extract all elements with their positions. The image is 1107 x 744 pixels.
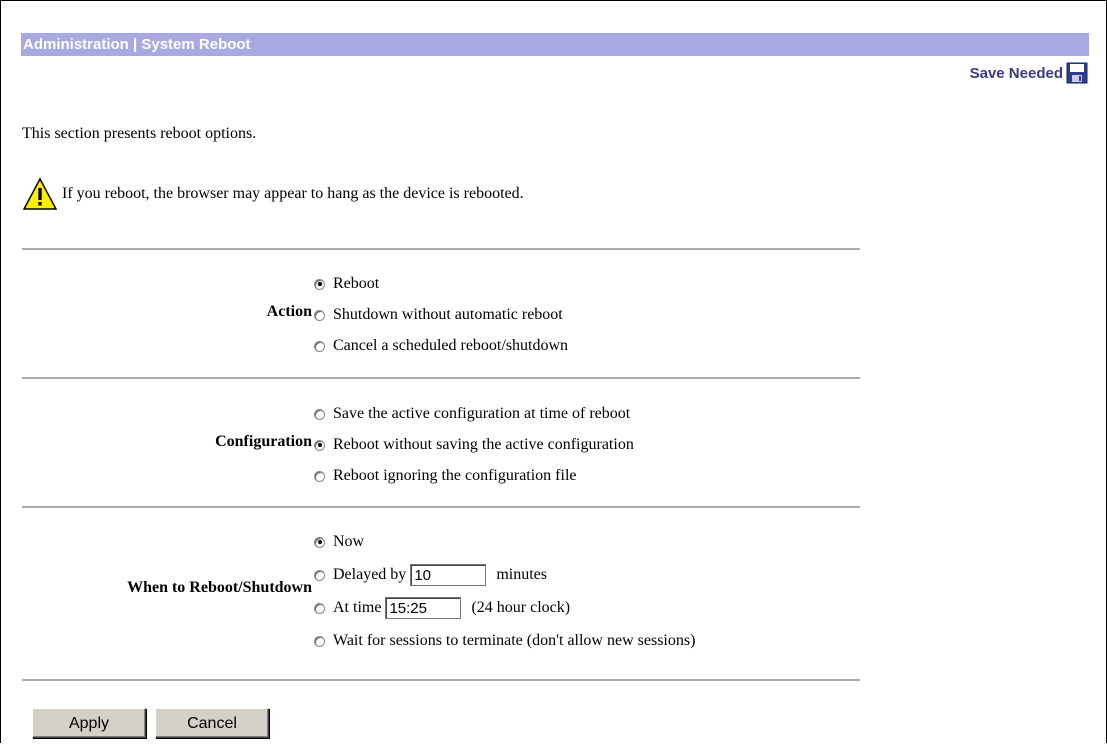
page-title-bar: Administration | System Reboot: [21, 33, 1089, 56]
when-delayed-radio[interactable]: [314, 569, 325, 581]
action-label: Action: [266, 303, 312, 320]
reboot-time-input[interactable]: 15:25: [385, 597, 462, 619]
when-delayed-suffix: minutes: [496, 566, 547, 583]
config-save-radio[interactable]: [314, 408, 325, 420]
action-shutdown-option[interactable]: Shutdown without automatic reboot: [314, 303, 563, 327]
config-ignore-radio[interactable]: [314, 470, 325, 482]
divider: [22, 248, 860, 250]
action-reboot-option[interactable]: Reboot: [314, 272, 379, 296]
divider: [22, 506, 860, 508]
when-label: When to Reboot/Shutdown: [127, 579, 312, 596]
warning-text: If you reboot, the browser may appear to…: [62, 185, 524, 202]
when-wait-label: Wait for sessions to terminate (don't al…: [333, 632, 696, 649]
when-attime-suffix: (24 hour clock): [471, 599, 571, 616]
delay-minutes-input[interactable]: 10: [410, 564, 487, 586]
when-section: When to Reboot/Shutdown Now Delayed by 1…: [22, 530, 860, 660]
action-cancel-label: Cancel a scheduled reboot/shutdown: [333, 337, 569, 354]
intro-text: This section presents reboot options.: [22, 125, 257, 142]
action-cancel-radio[interactable]: [314, 340, 325, 352]
action-shutdown-radio[interactable]: [314, 309, 325, 321]
action-reboot-label: Reboot: [333, 275, 380, 292]
apply-button[interactable]: Apply: [32, 708, 146, 738]
when-now-option[interactable]: Now: [314, 530, 364, 554]
floppy-disk-icon: [1066, 62, 1088, 84]
when-now-label: Now: [333, 533, 365, 550]
page-title: Administration | System Reboot: [23, 36, 251, 53]
warning-icon: [22, 177, 58, 210]
when-wait-option[interactable]: Wait for sessions to terminate (don't al…: [314, 629, 695, 653]
config-save-option[interactable]: Save the active configuration at time of…: [314, 402, 630, 426]
action-cancel-option[interactable]: Cancel a scheduled reboot/shutdown: [314, 334, 568, 358]
config-save-label: Save the active configuration at time of…: [333, 405, 631, 422]
when-attime-label: At time: [333, 599, 382, 616]
save-needed-link[interactable]: Save Needed: [970, 61, 1088, 85]
config-nosave-option[interactable]: Reboot without saving the active configu…: [314, 433, 634, 457]
config-nosave-radio[interactable]: [314, 439, 325, 451]
divider: [22, 377, 860, 379]
when-wait-radio[interactable]: [314, 635, 325, 647]
configuration-label: Configuration: [215, 433, 312, 450]
action-reboot-radio[interactable]: [314, 278, 325, 290]
cancel-button[interactable]: Cancel: [155, 708, 269, 738]
when-attime-radio[interactable]: [314, 602, 325, 614]
config-ignore-label: Reboot ignoring the configuration file: [333, 467, 577, 484]
config-ignore-option[interactable]: Reboot ignoring the configuration file: [314, 464, 577, 488]
warning-block: If you reboot, the browser may appear to…: [22, 177, 524, 211]
when-delayed-label: Delayed by: [333, 566, 407, 583]
when-delayed-option[interactable]: Delayed by 10 minutes: [314, 563, 547, 587]
save-needed-label: Save Needed: [969, 64, 1063, 82]
divider: [22, 679, 860, 681]
action-shutdown-label: Shutdown without automatic reboot: [333, 306, 563, 323]
config-nosave-label: Reboot without saving the active configu…: [333, 436, 634, 453]
when-now-radio[interactable]: [314, 536, 325, 548]
configuration-section: Configuration Save the active configurat…: [22, 400, 860, 494]
action-section: Action Reboot Shutdown without automatic…: [22, 270, 860, 364]
when-attime-option[interactable]: At time 15:25 (24 hour clock): [314, 596, 570, 620]
